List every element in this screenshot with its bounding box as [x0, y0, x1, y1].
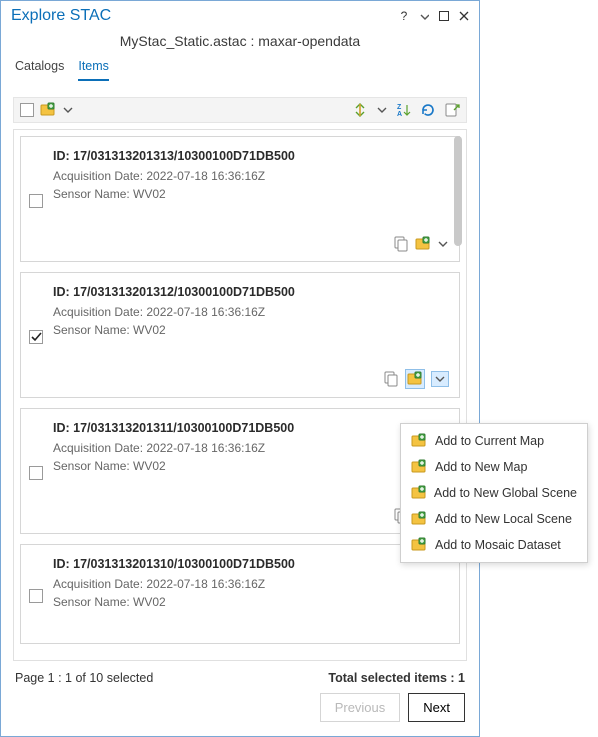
minimize-icon[interactable]: [437, 9, 451, 23]
item-acquisition-date: Acquisition Date: 2022-07-18 16:36:16Z: [53, 305, 449, 319]
menu-add-new-local-scene[interactable]: Add to New Local Scene: [405, 506, 583, 532]
list-item: ID: 17/031313201312/10300100D71DB500 Acq…: [20, 272, 460, 398]
chevron-down-icon[interactable]: [62, 104, 74, 116]
add-map-icon[interactable]: [405, 369, 425, 389]
menu-label: Add to New Map: [435, 460, 527, 474]
item-id: ID: 17/031313201312/10300100D71DB500: [53, 285, 449, 299]
item-sensor-name: Sensor Name: WV02: [53, 459, 449, 473]
menu-add-mosaic-dataset[interactable]: Add to Mosaic Dataset: [405, 532, 583, 558]
refresh-icon[interactable]: [420, 102, 436, 118]
items-list: ID: 17/031313201313/10300100D71DB500 Acq…: [13, 129, 467, 661]
expand-collapse-icon[interactable]: [352, 102, 368, 118]
export-icon[interactable]: [444, 102, 460, 118]
page-status: Page 1 : 1 of 10 selected: [15, 671, 153, 685]
status-bar: Page 1 : 1 of 10 selected Total selected…: [1, 661, 479, 693]
menu-label: Add to Mosaic Dataset: [435, 538, 561, 552]
list-wrap: ID: 17/031313201313/10300100D71DB500 Acq…: [1, 129, 479, 661]
item-sensor-name: Sensor Name: WV02: [53, 323, 449, 337]
item-id: ID: 17/031313201313/10300100D71DB500: [53, 149, 449, 163]
tabs: Catalogs Items: [1, 59, 479, 87]
item-checkbox[interactable]: [29, 194, 43, 208]
item-checkbox[interactable]: [29, 466, 43, 480]
item-acquisition-date: Acquisition Date: 2022-07-18 16:36:16Z: [53, 169, 449, 183]
tab-catalogs[interactable]: Catalogs: [15, 59, 64, 81]
panel-title: Explore STAC: [11, 7, 111, 25]
select-all-checkbox[interactable]: [20, 103, 34, 117]
subtitle: MyStac_Static.astac : maxar-opendata: [1, 29, 479, 59]
toolbar-wrap: [1, 87, 479, 129]
list-item: ID: 17/031313201313/10300100D71DB500 Acq…: [20, 136, 460, 262]
chevron-down-icon[interactable]: [437, 238, 449, 250]
list-item: ID: 17/031313201310/10300100D71DB500 Acq…: [20, 544, 460, 644]
item-sensor-name: Sensor Name: WV02: [53, 187, 449, 201]
list-item: ID: 17/031313201311/10300100D71DB500 Acq…: [20, 408, 460, 534]
total-selected: Total selected items : 1: [328, 671, 465, 685]
item-checkbox[interactable]: [29, 589, 43, 603]
explore-stac-panel: Explore STAC ? MyStac_Static.astac : max…: [0, 0, 480, 737]
help-icon[interactable]: ?: [397, 9, 411, 23]
item-acquisition-date: Acquisition Date: 2022-07-18 16:36:16Z: [53, 441, 449, 455]
tab-items[interactable]: Items: [78, 59, 109, 81]
menu-label: Add to New Global Scene: [434, 486, 577, 500]
menu-label: Add to Current Map: [435, 434, 544, 448]
header-controls: ?: [397, 9, 471, 23]
add-map-icon[interactable]: [415, 236, 431, 252]
panel-header: Explore STAC ?: [1, 1, 479, 29]
chevron-down-icon[interactable]: [376, 104, 388, 116]
item-checkbox[interactable]: [29, 330, 43, 344]
item-sensor-name: Sensor Name: WV02: [53, 595, 449, 609]
chevron-down-icon[interactable]: [431, 371, 449, 387]
menu-label: Add to New Local Scene: [435, 512, 572, 526]
item-id: ID: 17/031313201311/10300100D71DB500: [53, 421, 449, 435]
toolbar: [13, 97, 467, 123]
item-acquisition-date: Acquisition Date: 2022-07-18 16:36:16Z: [53, 577, 449, 591]
add-map-toolbar-icon[interactable]: [40, 102, 56, 118]
menu-add-new-global-scene[interactable]: Add to New Global Scene: [405, 480, 583, 506]
add-to-menu: Add to Current Map Add to New Map Add to…: [400, 423, 588, 563]
nav-buttons: Previous Next: [1, 693, 479, 736]
copy-icon[interactable]: [393, 235, 409, 253]
copy-icon[interactable]: [383, 370, 399, 388]
chevron-down-icon[interactable]: [417, 9, 431, 23]
menu-add-current-map[interactable]: Add to Current Map: [405, 428, 583, 454]
previous-button[interactable]: Previous: [320, 693, 401, 722]
next-button[interactable]: Next: [408, 693, 465, 722]
scrollbar[interactable]: [453, 136, 463, 654]
close-icon[interactable]: [457, 9, 471, 23]
scrollbar-thumb[interactable]: [454, 136, 462, 246]
menu-add-new-map[interactable]: Add to New Map: [405, 454, 583, 480]
item-id: ID: 17/031313201310/10300100D71DB500: [53, 557, 449, 571]
sort-icon[interactable]: [396, 102, 412, 118]
